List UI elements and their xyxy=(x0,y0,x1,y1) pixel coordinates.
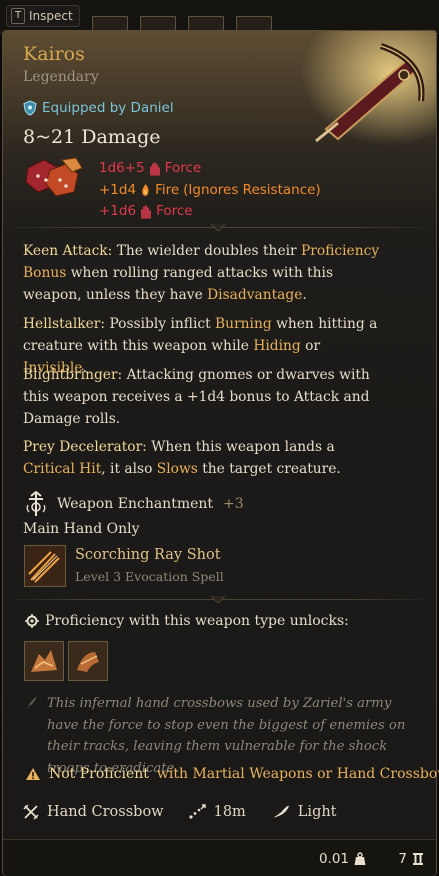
item-rarity: Legendary xyxy=(23,69,99,85)
divider-notch-icon xyxy=(211,596,225,603)
weapon-range: 18m xyxy=(213,804,246,820)
passive-keen-attack: Keen Attack: The wielder doubles their P… xyxy=(23,243,380,303)
item-weight: 0.01 xyxy=(319,851,366,867)
crossbow-art-icon xyxy=(286,31,436,151)
equipped-by: Equipped by Daniel xyxy=(23,100,174,116)
damage-line: +1d4 Fire (Ignores Resistance) xyxy=(99,180,321,202)
warning-icon xyxy=(26,768,40,780)
weapon-enchantment: Weapon Enchantment +3 xyxy=(25,491,244,517)
enchantment-label: Weapon Enchantment xyxy=(57,496,214,512)
weapon-properties: Hand Crossbow 18m Light xyxy=(23,804,337,820)
damage-dice-icon xyxy=(25,157,83,197)
item-footer: 0.01 7 xyxy=(3,839,436,876)
gold-value-icon xyxy=(413,853,423,865)
value-amount: 7 xyxy=(398,851,407,867)
proficiency-label: Proficiency with this weapon type unlock… xyxy=(45,613,349,629)
top-bar: T Inspect xyxy=(0,0,439,34)
warning-rest: with Martial Weapons or Hand Crossbows xyxy=(156,766,439,782)
range-icon xyxy=(188,804,206,819)
unlock-slot-1[interactable] xyxy=(24,641,64,681)
feather-light-icon xyxy=(270,805,289,819)
inspect-hint[interactable]: T Inspect xyxy=(6,5,80,27)
hand-requirement: Main Hand Only xyxy=(23,521,140,537)
damage-type: Fire xyxy=(155,181,180,198)
weight-icon xyxy=(354,852,366,865)
damage-type: Force xyxy=(164,160,202,176)
spell-icon[interactable] xyxy=(24,545,66,587)
damage-total: 8~21 Damage xyxy=(23,126,161,148)
damage-note: (Ignores Resistance) xyxy=(183,181,321,198)
passive-blightbringer: Blightbringer: Attacking gnomes or dwarv… xyxy=(23,367,370,427)
wolf-action-icon xyxy=(25,642,63,680)
damage-line: +1d6 Force xyxy=(99,201,321,223)
fire-icon xyxy=(142,184,149,197)
item-tooltip: Kairos Legendary Equipped by Daniel 8~21… xyxy=(2,30,439,876)
force-icon xyxy=(141,204,151,219)
proficiency-warning: Not Proficient with Martial Weapons or H… xyxy=(25,766,439,782)
equipped-by-label: Equipped by Daniel xyxy=(42,100,174,116)
proficiency-gear-icon xyxy=(25,614,39,628)
inspect-key: T xyxy=(11,8,25,24)
weight-value: 0.01 xyxy=(318,851,349,867)
damage-dice: +1d6 xyxy=(99,203,137,219)
passive-prey-decelerator: Prey Decelerator: When this weapon lands… xyxy=(23,439,341,477)
unlock-slot-2[interactable] xyxy=(68,641,108,681)
crossed-weapons-icon xyxy=(23,804,39,820)
not-proficient-label: Not Proficient xyxy=(49,766,149,782)
equipped-shield-icon xyxy=(23,100,37,116)
item-value: 7 xyxy=(398,851,424,867)
weight-class: Light xyxy=(297,804,337,820)
weapon-type: Hand Crossbow xyxy=(47,804,164,820)
spell-name: Scorching Ray Shot xyxy=(75,547,221,563)
damage-dice: 1d6+5 xyxy=(99,160,145,176)
inspect-label: Inspect xyxy=(29,9,73,23)
spell-subtitle: Level 3 Evocation Spell xyxy=(75,569,224,584)
scorching-ray-icon xyxy=(25,546,65,586)
divider-notch-icon xyxy=(211,224,225,231)
damage-lines: 1d6+5 Force +1d4 Fire (Ignores Resistanc… xyxy=(99,158,321,223)
damage-type: Force xyxy=(156,203,193,219)
lore-quill-icon xyxy=(27,696,37,710)
enchantment-icon xyxy=(26,491,46,516)
damage-line: 1d6+5 Force xyxy=(99,158,321,180)
proficiency-header: Proficiency with this weapon type unlock… xyxy=(25,613,349,629)
force-icon xyxy=(149,161,160,176)
damage-dice: +1d4 xyxy=(99,181,137,198)
mobile-shot-icon xyxy=(69,642,107,680)
item-name: Kairos xyxy=(23,43,85,65)
enchantment-value: +3 xyxy=(223,496,244,512)
